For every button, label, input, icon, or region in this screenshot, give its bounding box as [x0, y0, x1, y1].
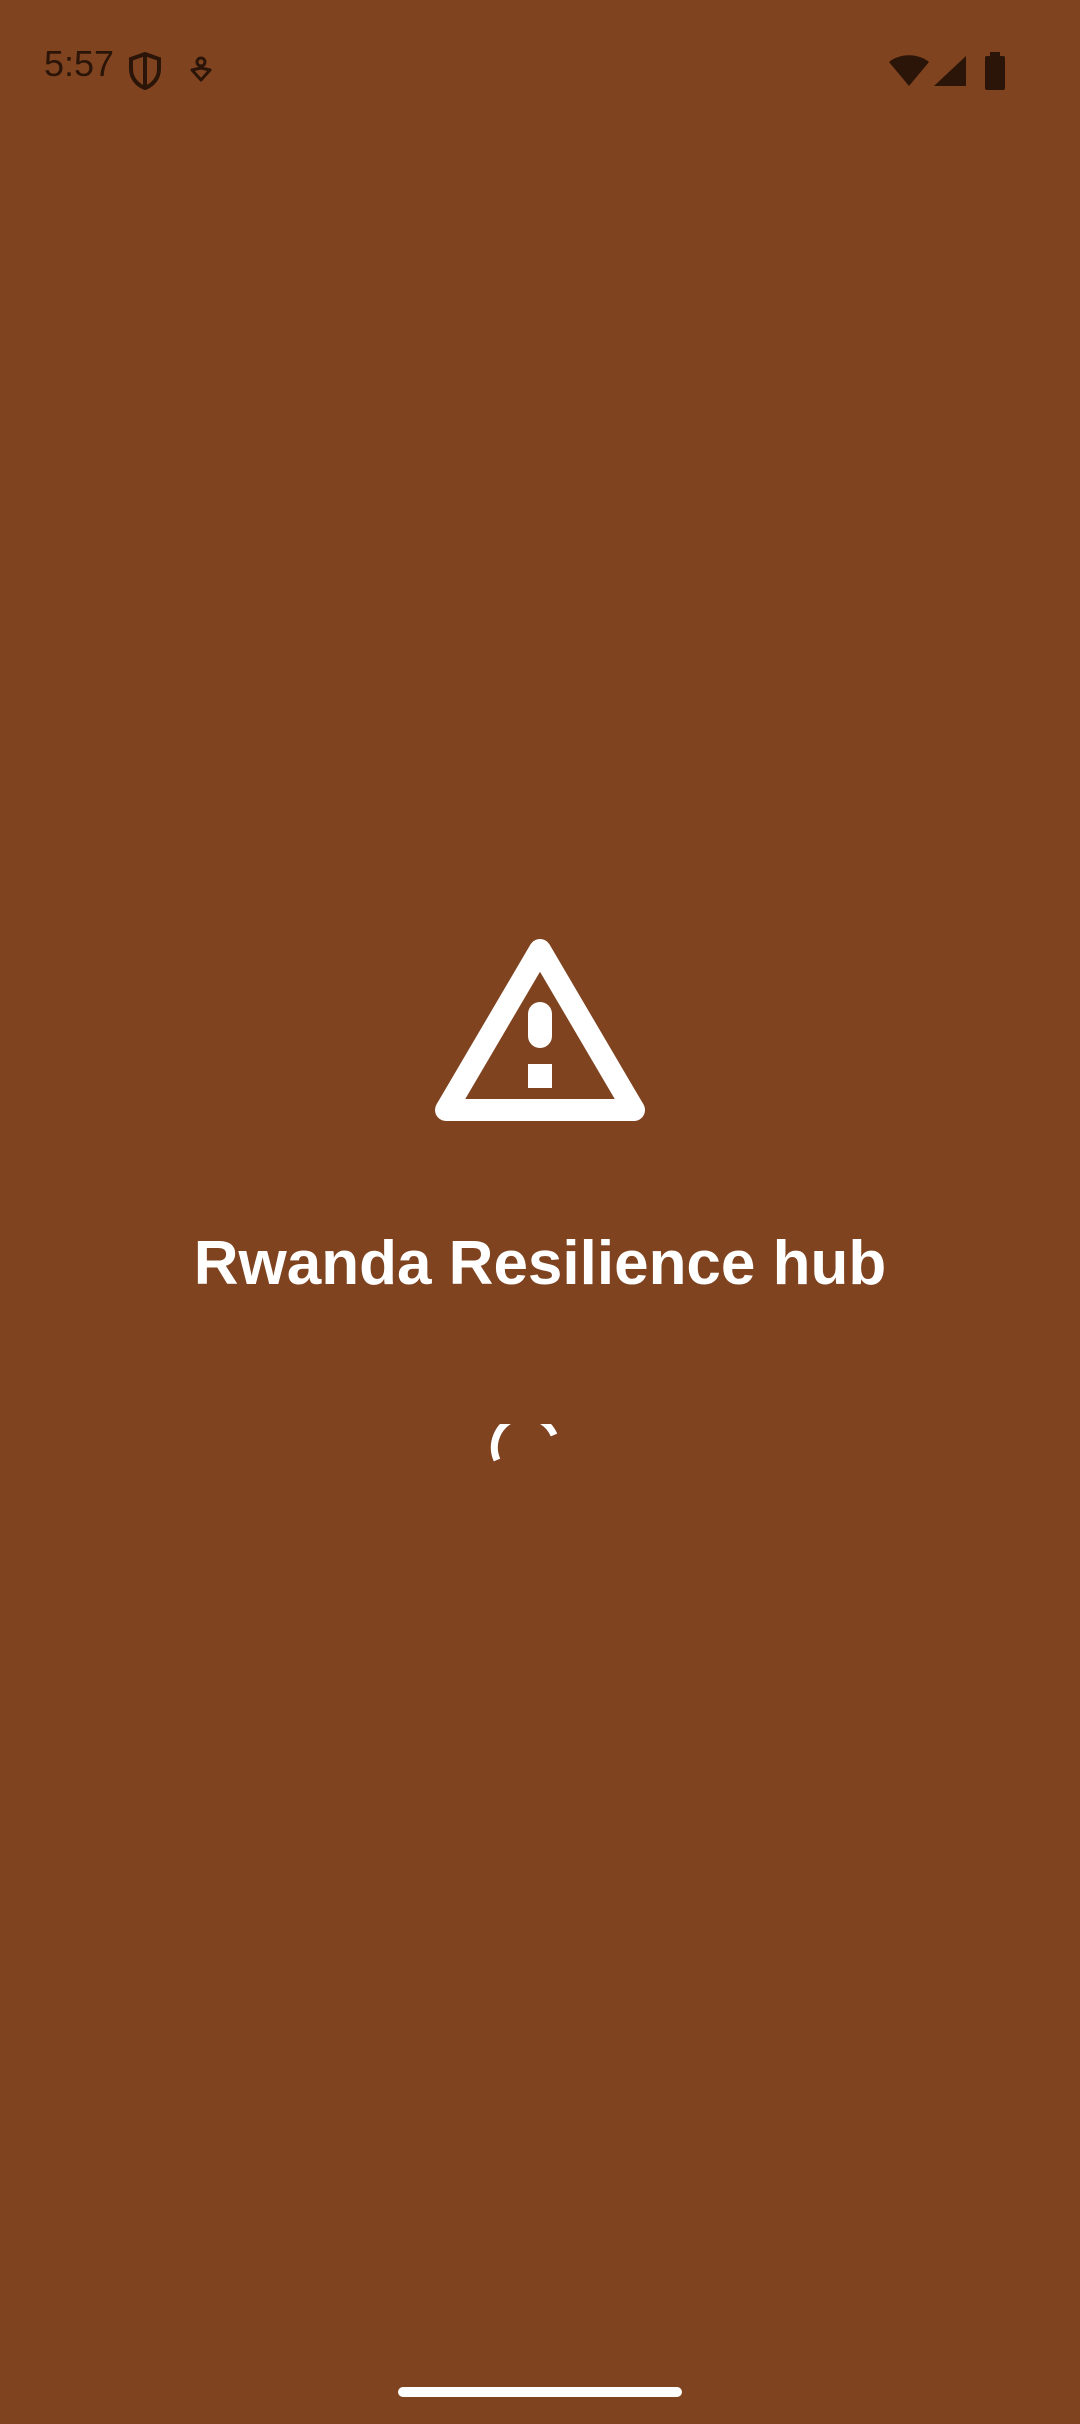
- warning-icon: [435, 939, 645, 1121]
- accessibility-icon: [190, 56, 212, 82]
- battery-icon: [985, 52, 1005, 90]
- signal-icon: [934, 56, 966, 86]
- loading-spinner: [490, 1424, 558, 1462]
- app-title: Rwanda Resilience hub: [193, 1229, 887, 1298]
- shield-icon: [129, 52, 161, 90]
- gesture-nav-handle[interactable]: [398, 2387, 682, 2397]
- status-bar: 5:57: [0, 0, 1080, 140]
- splash-screen: 5:57 Rwanda Resilience hub: [0, 0, 1080, 2424]
- wifi-icon: [889, 55, 929, 86]
- status-time: 5:57: [44, 43, 115, 84]
